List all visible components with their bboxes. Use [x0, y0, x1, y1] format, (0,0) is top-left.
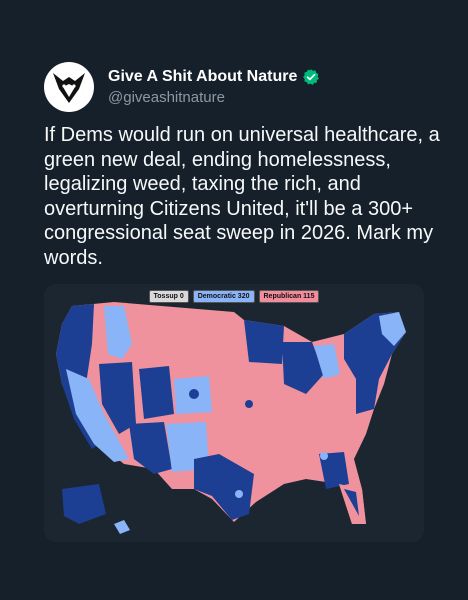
election-map-image[interactable]: Tossup 0 Democratic 320 Republican 115 — [44, 284, 424, 542]
map-city-atlanta — [320, 452, 328, 460]
map-region-utah — [139, 366, 174, 419]
map-city-kansas-city — [245, 400, 253, 408]
map-region-alaska — [62, 484, 106, 524]
legend-tossup: Tossup 0 — [148, 290, 189, 303]
wolf-logo-icon — [53, 73, 85, 103]
map-region-mid-atlantic — [356, 379, 379, 414]
display-name[interactable]: Give A Shit About Nature — [108, 68, 297, 86]
tweet-header: Give A Shit About Nature @giveashitnatur… — [44, 62, 320, 112]
avatar[interactable] — [44, 62, 94, 112]
map-region-minnesota — [244, 320, 284, 364]
map-city-denver — [189, 389, 199, 399]
handle[interactable]: @giveashitnature — [108, 89, 320, 106]
verified-badge-icon — [303, 69, 320, 85]
map-city-houston — [235, 490, 243, 498]
map-legend: Tossup 0 Democratic 320 Republican 115 — [44, 290, 424, 303]
us-house-map — [56, 302, 406, 534]
map-city-chicago — [291, 371, 301, 381]
tweet-text: If Dems would run on universal healthcar… — [44, 124, 440, 269]
legend-republican: Republican 115 — [258, 290, 320, 303]
map-region-hawaii — [114, 520, 130, 534]
legend-democratic: Democratic 320 — [192, 290, 255, 303]
